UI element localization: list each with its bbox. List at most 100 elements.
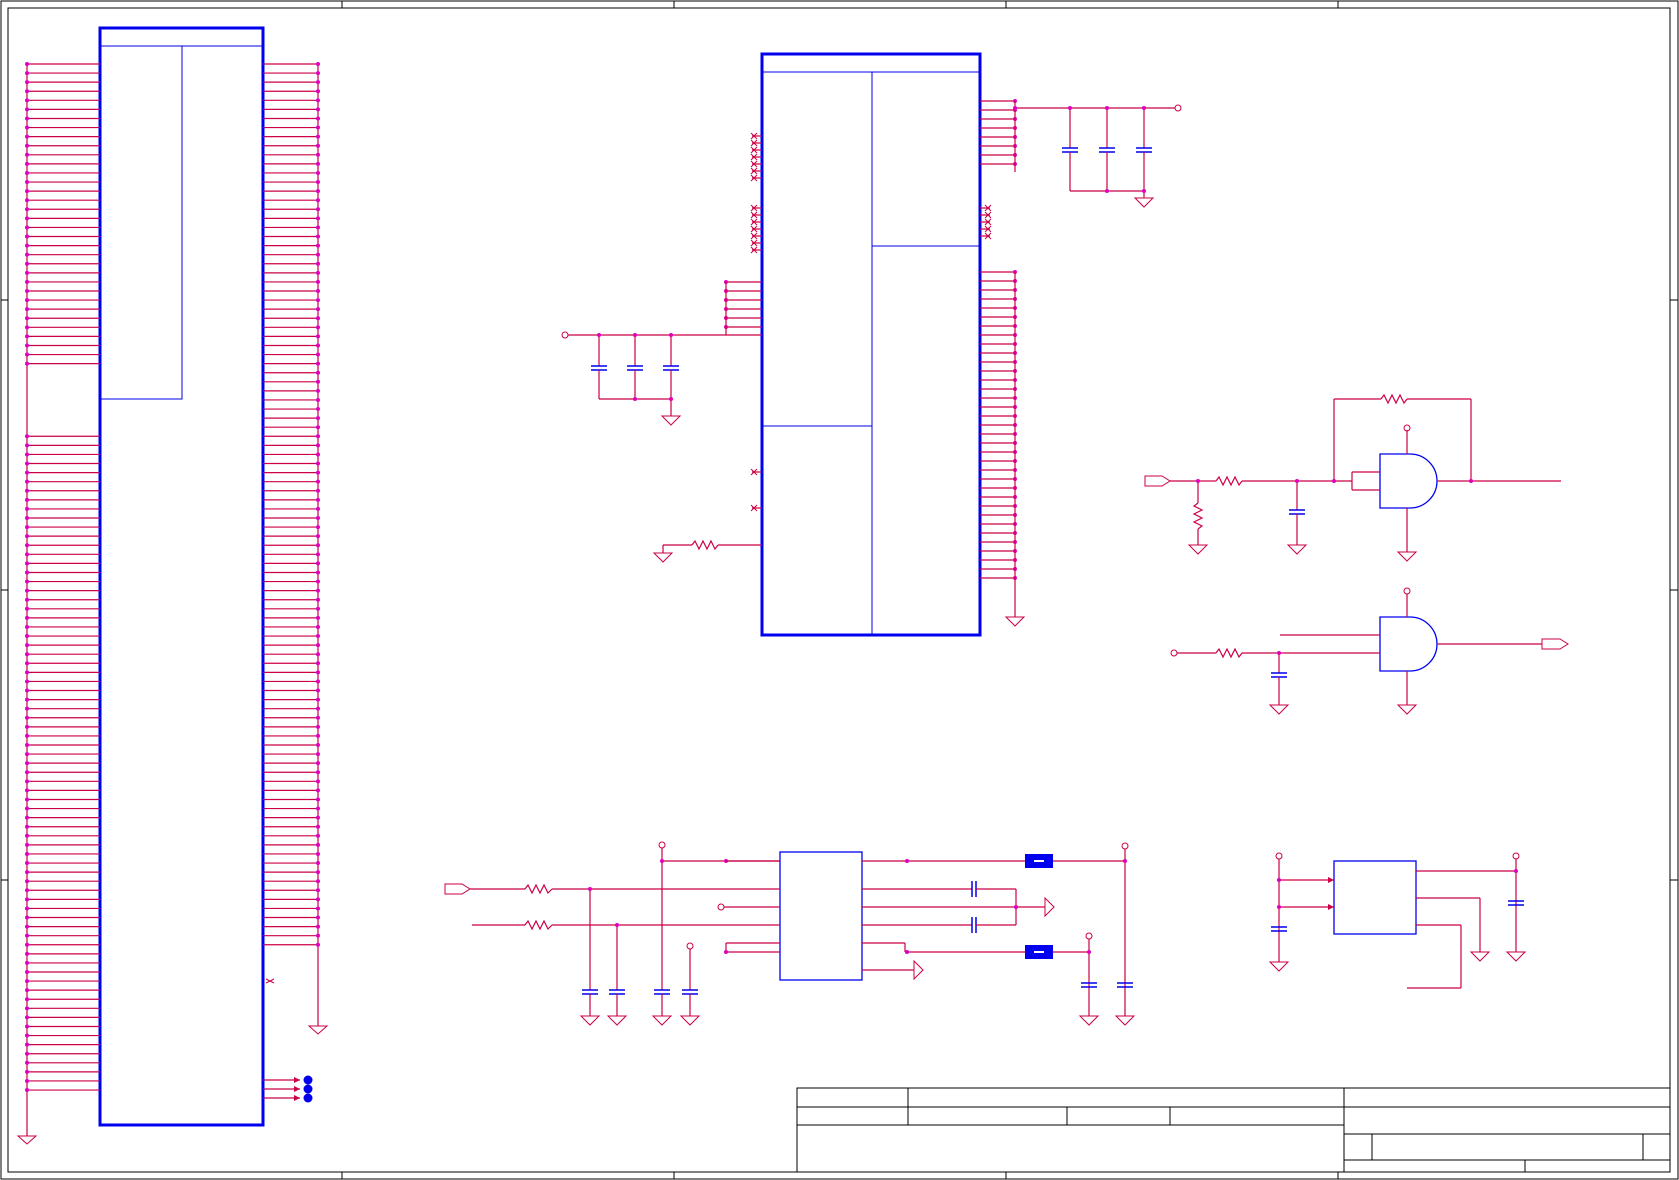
junction-dot <box>25 1015 29 1020</box>
junction-dot <box>25 325 29 330</box>
junction-dot <box>316 870 320 875</box>
connector-pins <box>25 62 320 1093</box>
junction-dot <box>25 788 29 793</box>
junction-dot <box>25 752 29 757</box>
junction-dot <box>25 234 29 239</box>
junction-dot <box>316 842 320 847</box>
junction-dot <box>25 1033 29 1038</box>
junction-dot <box>316 588 320 593</box>
junction-dot <box>25 924 29 929</box>
ground-symbol <box>1004 616 1026 627</box>
power-port <box>686 942 694 950</box>
junction-dot <box>25 243 29 248</box>
junction-dot <box>316 71 320 76</box>
junction-dot <box>25 724 29 729</box>
junction-dot <box>25 960 29 965</box>
junction-dot <box>25 679 29 684</box>
capacitor <box>651 989 673 1026</box>
ground-symbol <box>579 1015 601 1026</box>
junction-dot <box>25 915 29 920</box>
junction-dot <box>25 89 29 94</box>
junction-dot <box>316 234 320 239</box>
junction-dot <box>316 89 320 94</box>
ground-symbol <box>651 1015 673 1026</box>
junction-dot <box>25 942 29 947</box>
junction-dot <box>316 452 320 457</box>
junction-dot <box>25 261 29 266</box>
ground-symbol <box>660 415 682 426</box>
junction-dot <box>25 1088 29 1093</box>
junction-dot <box>25 361 29 366</box>
junction-dot <box>25 552 29 557</box>
junction-dot <box>316 170 320 175</box>
junction-dot <box>316 879 320 884</box>
junction-dot <box>25 761 29 766</box>
junction-dot <box>25 733 29 738</box>
power-port <box>561 331 569 339</box>
junction-dot <box>25 661 29 666</box>
junction-dot <box>316 107 320 112</box>
junction-dot <box>316 779 320 784</box>
junction-dot <box>316 316 320 321</box>
capacitor <box>606 925 628 1026</box>
junction-dot <box>316 125 320 130</box>
junction-dot <box>316 924 320 929</box>
junction-dot <box>316 770 320 775</box>
junction-dot <box>25 170 29 175</box>
junction-dot <box>25 98 29 103</box>
junction-dot <box>25 343 29 348</box>
junction-dot <box>25 71 29 76</box>
junction-dot <box>25 670 29 675</box>
power-port <box>1170 649 1178 657</box>
junction-dot <box>316 343 320 348</box>
junction-dot <box>316 143 320 148</box>
junction-dot <box>316 252 320 257</box>
junction-dot <box>25 697 29 702</box>
ground-symbol <box>1469 951 1491 962</box>
junction-dot <box>316 697 320 702</box>
gate-2 <box>1170 587 1569 715</box>
junction-dot <box>25 706 29 711</box>
capacitor <box>579 889 601 1026</box>
ground-symbol <box>679 1015 701 1026</box>
junction-dot <box>25 988 29 993</box>
junction-dot <box>25 797 29 802</box>
junction-dot <box>25 997 29 1002</box>
junction-dot <box>316 334 320 339</box>
junction-dot <box>316 525 320 530</box>
junction-dot <box>316 806 320 811</box>
power-port <box>658 841 666 849</box>
junction-dot <box>316 80 320 85</box>
junction-dot <box>25 906 29 911</box>
junction-dot <box>25 506 29 511</box>
junction-dot <box>316 461 320 466</box>
junction-dot <box>25 461 29 466</box>
ic-pins <box>724 99 1017 580</box>
junction-dot <box>316 116 320 121</box>
junction-dot <box>316 743 320 747</box>
junction-dot <box>316 833 320 838</box>
junction-dot <box>316 824 320 829</box>
junction-dot <box>316 416 320 421</box>
junction-dot <box>316 851 320 856</box>
junction-dot <box>316 180 320 185</box>
junction-dot <box>25 143 29 148</box>
junction-dot <box>316 733 320 738</box>
junction-dot <box>25 897 29 902</box>
junction-dot <box>316 597 320 602</box>
junction-dot <box>316 62 320 66</box>
junction-dot <box>316 561 320 566</box>
junction-dot <box>316 307 320 312</box>
power-port <box>1512 852 1520 860</box>
junction-dot <box>316 634 320 639</box>
junction-dot <box>25 434 29 439</box>
junction-dot <box>316 688 320 693</box>
junction-dot <box>316 652 320 657</box>
capacitor <box>1099 108 1115 191</box>
junction-dot <box>25 951 29 956</box>
power-port <box>1174 104 1182 112</box>
junction-dot <box>25 806 29 811</box>
junction-dot <box>316 715 320 720</box>
junction-dot <box>25 970 29 974</box>
capacitor <box>627 335 643 399</box>
